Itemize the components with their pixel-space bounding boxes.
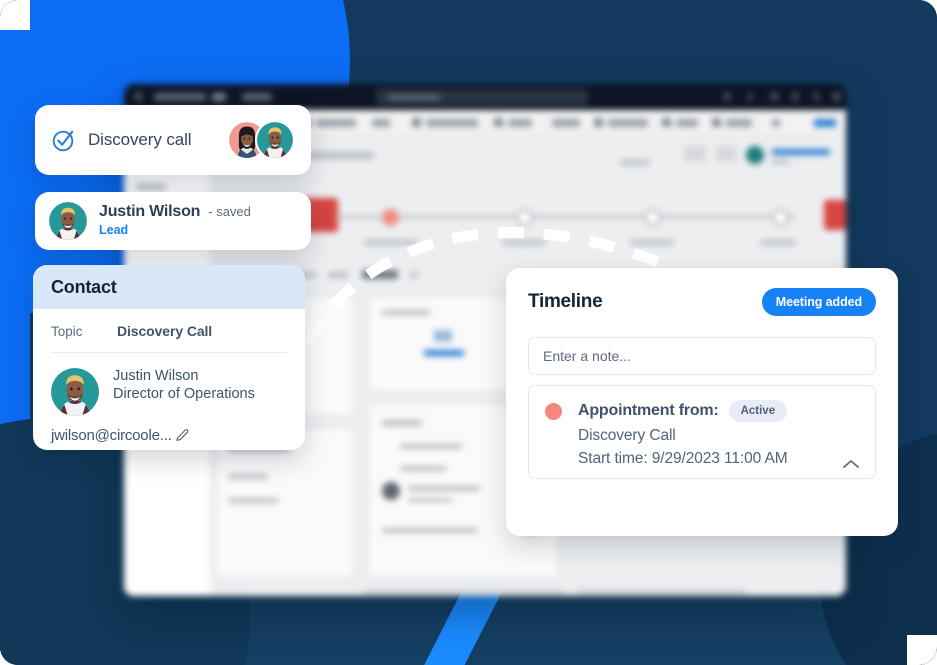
- meeting-added-badge[interactable]: Meeting added: [761, 288, 876, 316]
- status-badge: Active: [728, 400, 788, 422]
- avatar-group: [227, 120, 295, 160]
- name-row: Justin Wilson - saved: [99, 203, 251, 221]
- discovery-call-card[interactable]: Discovery call: [35, 105, 311, 175]
- chevron-up-icon[interactable]: [841, 458, 861, 470]
- appointment-status-dot: [545, 402, 562, 420]
- appointment-item[interactable]: Appointment from: Active Discovery Call …: [528, 385, 876, 479]
- avatar: [51, 368, 99, 416]
- contact-card[interactable]: Contact Topic Discovery Call Justin Wils…: [33, 265, 305, 450]
- pencil-icon[interactable]: [175, 428, 190, 443]
- justin-wilson-details: Justin Wilson - saved Lead: [99, 203, 251, 239]
- contact-card-body: Topic Discovery Call Justin Wilson Direc…: [33, 309, 305, 444]
- contact-email: jwilson@circoole...: [51, 427, 172, 444]
- corner-mask-bottom-right: [907, 635, 937, 665]
- timeline-title: Timeline: [528, 291, 603, 312]
- contact-person-info: Justin Wilson Director of Operations: [113, 368, 255, 402]
- illustration-stage: Discovery call Justin Wilson - saved Lea…: [0, 0, 937, 665]
- avatar-man: [255, 120, 295, 160]
- appointment-subject: Discovery Call: [578, 427, 676, 444]
- appointment-heading: Appointment from:: [578, 402, 719, 419]
- topic-label: Topic: [51, 324, 83, 339]
- contact-person-role: Director of Operations: [113, 386, 255, 402]
- contact-name: Justin Wilson: [99, 203, 201, 220]
- topic-row: Topic Discovery Call: [51, 323, 287, 353]
- contact-person-name: Justin Wilson: [113, 368, 199, 384]
- justin-wilson-card[interactable]: Justin Wilson - saved Lead: [35, 192, 311, 250]
- check-circle-icon: [52, 130, 74, 152]
- appointment-start-time: Start time: 9/29/2023 11:00 AM: [578, 450, 788, 467]
- topic-value: Discovery Call: [117, 323, 213, 339]
- avatar: [49, 202, 87, 240]
- contact-email-row[interactable]: jwilson@circoole...: [51, 416, 287, 444]
- timeline-header: Timeline Meeting added: [528, 288, 876, 316]
- contact-card-title: Contact: [51, 277, 117, 297]
- corner-mask-top-left: [0, 0, 30, 30]
- note-input[interactable]: Enter a note...: [528, 337, 876, 375]
- saved-status: - saved: [208, 204, 251, 219]
- lead-badge: Lead: [99, 223, 129, 237]
- timeline-card[interactable]: Timeline Meeting added Enter a note... A…: [506, 268, 898, 536]
- note-input-placeholder: Enter a note...: [543, 348, 631, 364]
- contact-person-row: Justin Wilson Director of Operations: [51, 353, 287, 416]
- discovery-call-label: Discovery call: [88, 130, 192, 149]
- contact-card-header: Contact: [33, 265, 305, 309]
- appointment-header: Appointment from: Active: [545, 400, 859, 422]
